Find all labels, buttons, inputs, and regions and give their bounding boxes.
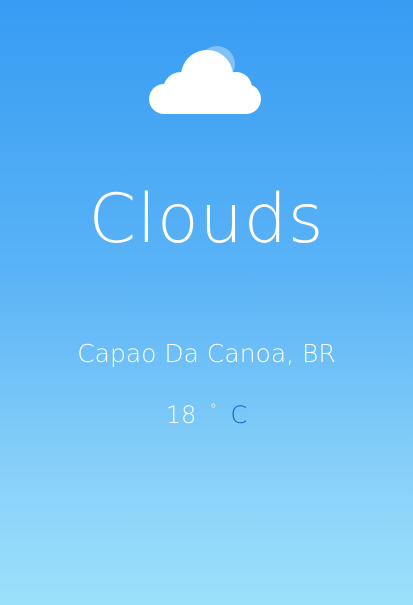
temperature-display: 18 ° C	[0, 398, 413, 436]
weather-condition: Clouds	[88, 180, 325, 259]
temperature-unit-toggle[interactable]: C	[231, 401, 248, 429]
cloud-icon	[149, 46, 261, 114]
temperature-value: 18	[165, 401, 197, 429]
degree-symbol: °	[209, 402, 217, 418]
weather-app: Clouds Capao Da Canoa, BR 18 ° C	[0, 0, 413, 605]
location-label: Capao Da Canoa, BR	[77, 339, 336, 368]
